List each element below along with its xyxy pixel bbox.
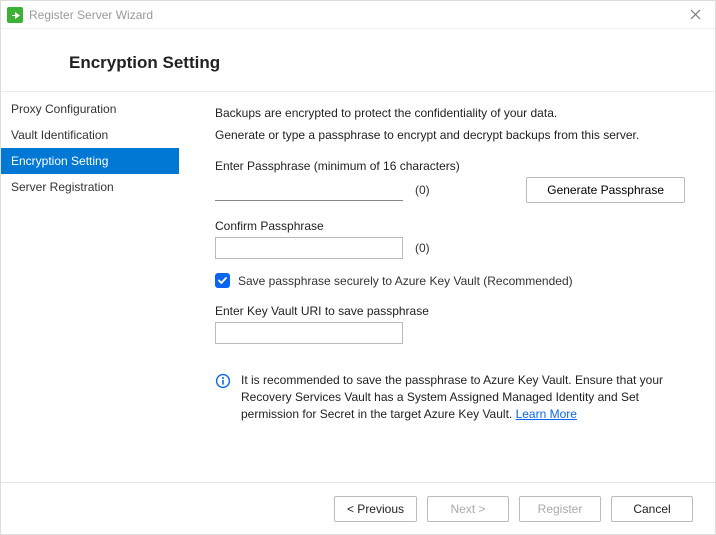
register-button[interactable]: Register [519, 496, 601, 522]
next-button[interactable]: Next > [427, 496, 509, 522]
save-to-key-vault-checkbox[interactable] [215, 273, 230, 288]
sidebar-step-vault-identification[interactable]: Vault Identification [1, 122, 179, 148]
titlebar: Register Server Wizard [1, 1, 715, 29]
intro-text-2: Generate or type a passphrase to encrypt… [215, 127, 685, 143]
confirm-passphrase-label: Confirm Passphrase [215, 219, 685, 233]
enter-passphrase-label: Enter Passphrase (minimum of 16 characte… [215, 159, 685, 173]
cancel-button[interactable]: Cancel [611, 496, 693, 522]
content-area: Backups are encrypted to protect the con… [179, 92, 715, 477]
window-title: Register Server Wizard [29, 8, 153, 22]
enter-passphrase-count: (0) [415, 183, 430, 197]
wizard-header: Encryption Setting [1, 29, 715, 91]
key-vault-uri-label: Enter Key Vault URI to save passphrase [215, 304, 685, 318]
sidebar-step-encryption-setting[interactable]: Encryption Setting [1, 148, 179, 174]
confirm-passphrase-count: (0) [415, 241, 430, 255]
wizard-steps-sidebar: Proxy Configuration Vault Identification… [1, 92, 179, 477]
confirm-passphrase-input[interactable] [215, 237, 403, 259]
generate-passphrase-button[interactable]: Generate Passphrase [526, 177, 685, 203]
learn-more-link[interactable]: Learn More [516, 407, 577, 421]
info-icon [215, 373, 231, 389]
info-text: It is recommended to save the passphrase… [241, 372, 685, 422]
intro-text-1: Backups are encrypted to protect the con… [215, 105, 685, 121]
previous-button[interactable]: < Previous [334, 496, 417, 522]
wizard-footer: < Previous Next > Register Cancel [1, 482, 715, 534]
enter-passphrase-input[interactable] [215, 179, 403, 201]
page-title: Encryption Setting [69, 53, 715, 73]
app-icon [7, 7, 23, 23]
save-to-key-vault-label: Save passphrase securely to Azure Key Va… [238, 274, 573, 288]
sidebar-step-server-registration[interactable]: Server Registration [1, 174, 179, 200]
info-text-body: It is recommended to save the passphrase… [241, 373, 663, 421]
close-icon[interactable] [684, 3, 707, 27]
sidebar-step-proxy-configuration[interactable]: Proxy Configuration [1, 96, 179, 122]
key-vault-uri-input[interactable] [215, 322, 403, 344]
